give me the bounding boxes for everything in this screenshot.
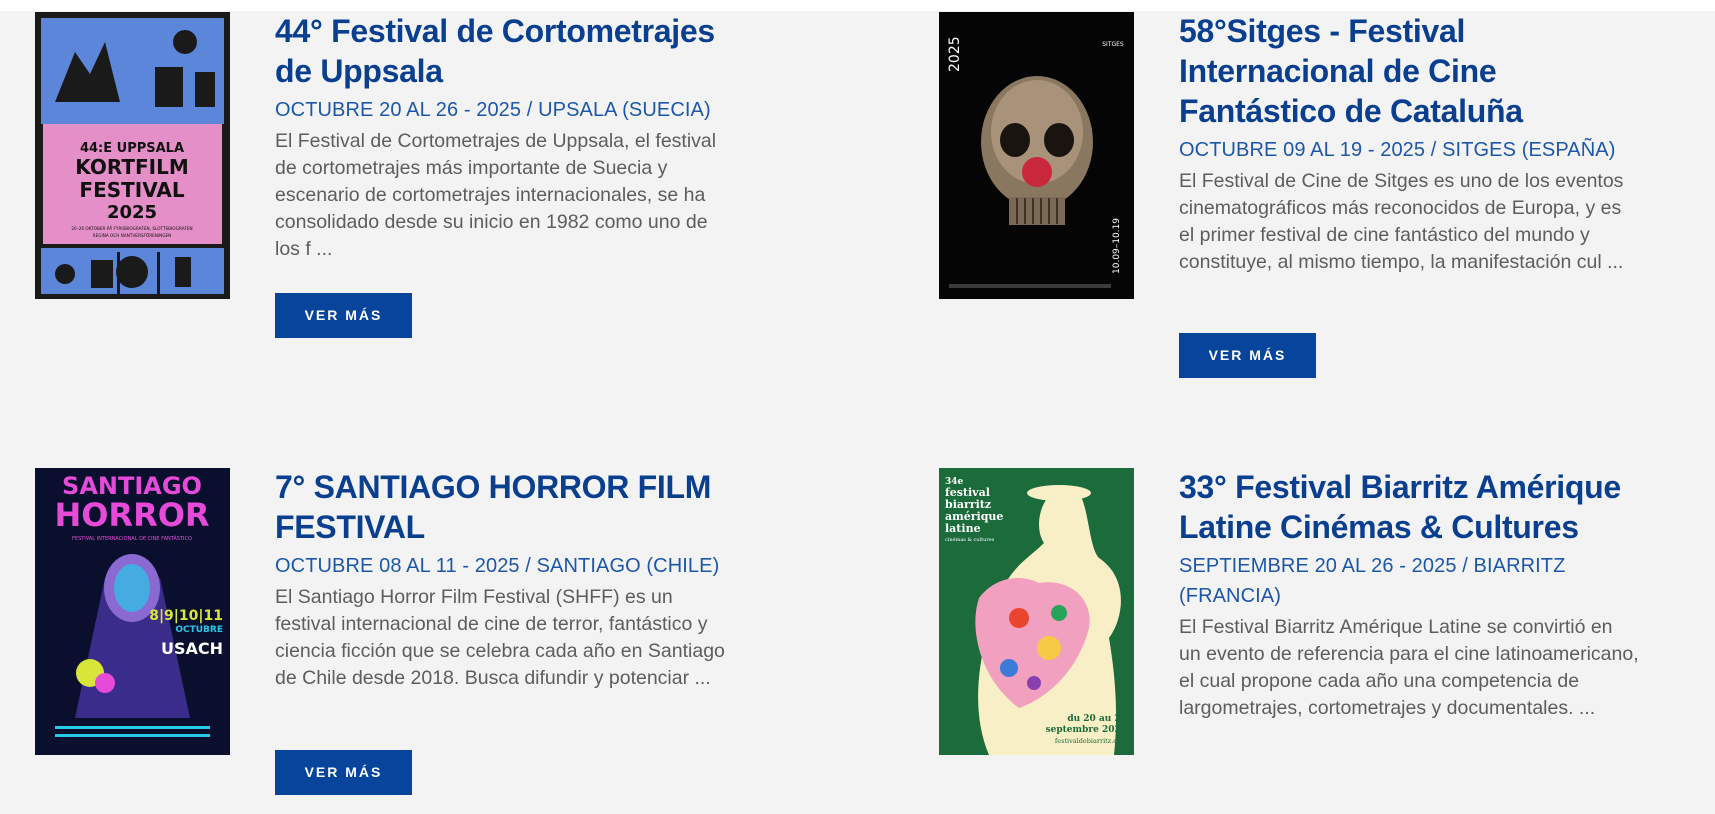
festival-date-location: OCTUBRE 09 AL 19 - 2025 / SITGES (ESPAÑA… [1179,139,1616,161]
festival-poster-sitges[interactable]: 2025 10.09–10.19 SITGES [939,12,1134,299]
poster-text: latine [945,522,981,535]
festival-info: 58°Sitges - Festival Internacional de Ci… [1179,11,1639,276]
uppsala-poster-image: 44:E UPPSALA KORTFILM FESTIVAL 2025 20–2… [35,12,230,299]
festival-poster-santiago-horror[interactable]: SANTIAGO HORROR FESTIVAL INTERNACIONAL D… [35,468,230,755]
festival-description: El Santiago Horror Film Festival (SHFF) … [275,586,725,689]
festival-description: El Festival de Cine de Sitges es uno de … [1179,170,1624,273]
poster-text: du 20 au 26 [1067,714,1127,724]
festival-poster-biarritz[interactable]: 34e festival biarritz amérique latine ci… [939,468,1134,755]
poster-text: 10.09–10.19 [1112,218,1122,274]
festival-date-location: OCTUBRE 08 AL 11 - 2025 / SANTIAGO (CHIL… [275,555,720,577]
poster-text: KORTFILM [75,155,189,179]
poster-text: OCTUBRE [175,625,223,635]
festival-date-location: OCTUBRE 20 AL 26 - 2025 / UPSALA (SUECIA… [275,99,711,121]
poster-text: HORROR [54,496,209,534]
poster-text: festivaldebiarritz.com [1055,737,1127,745]
poster-text: USACH [161,639,223,658]
poster-text: REGINA OCH NANTVERSFÖRENINGEN [93,233,172,238]
festival-info: 44° Festival de Cortometrajes de Uppsala… [275,11,735,263]
festival-date-location: SEPTIEMBRE 20 AL 26 - 2025 / BIARRITZ (F… [1179,555,1566,607]
santiago-poster-image: SANTIAGO HORROR FESTIVAL INTERNACIONAL D… [35,468,230,755]
top-bar [0,0,1715,11]
poster-text: cinémas & cultures [945,536,995,543]
poster-text: 2025 [947,36,963,72]
festival-info: 7° SANTIAGO HORROR FILM FESTIVAL OCTUBRE… [275,467,735,692]
ver-mas-button[interactable]: VER MÁS [275,293,412,338]
poster-text: FESTIVAL INTERNACIONAL DE CINE FANTÁSTIC… [72,535,192,542]
poster-text: 8|9|10|11 [149,608,223,624]
poster-text: 2025 [107,202,157,223]
festival-poster-uppsala[interactable]: 44:E UPPSALA KORTFILM FESTIVAL 2025 20–2… [35,12,230,299]
festival-info: 33° Festival Biarritz Amérique Latine Ci… [1179,467,1639,722]
ver-mas-button[interactable]: VER MÁS [275,750,412,795]
poster-text: 44:E UPPSALA [80,141,184,156]
poster-text: FESTIVAL [79,178,184,202]
poster-text: septembre 2025 [1046,725,1127,735]
ver-mas-button[interactable]: VER MÁS [1179,333,1316,378]
festival-description: El Festival Biarritz Amérique Latine se … [1179,616,1639,719]
biarritz-poster-image: 34e festival biarritz amérique latine ci… [939,468,1134,755]
sitges-poster-image: 2025 10.09–10.19 SITGES [939,12,1134,299]
festival-title[interactable]: 58°Sitges - Festival Internacional de Ci… [1179,11,1639,131]
festival-title[interactable]: 44° Festival de Cortometrajes de Uppsala [275,11,735,91]
festival-description: El Festival de Cortometrajes de Uppsala,… [275,130,717,260]
poster-text: SITGES [1102,41,1124,48]
festival-title[interactable]: 33° Festival Biarritz Amérique Latine Ci… [1179,467,1639,547]
poster-text: 20–26 OKTOBER PÅ FYRISBIOGRAFEN, SLOTTSB… [71,226,192,231]
festival-title[interactable]: 7° SANTIAGO HORROR FILM FESTIVAL [275,467,735,547]
